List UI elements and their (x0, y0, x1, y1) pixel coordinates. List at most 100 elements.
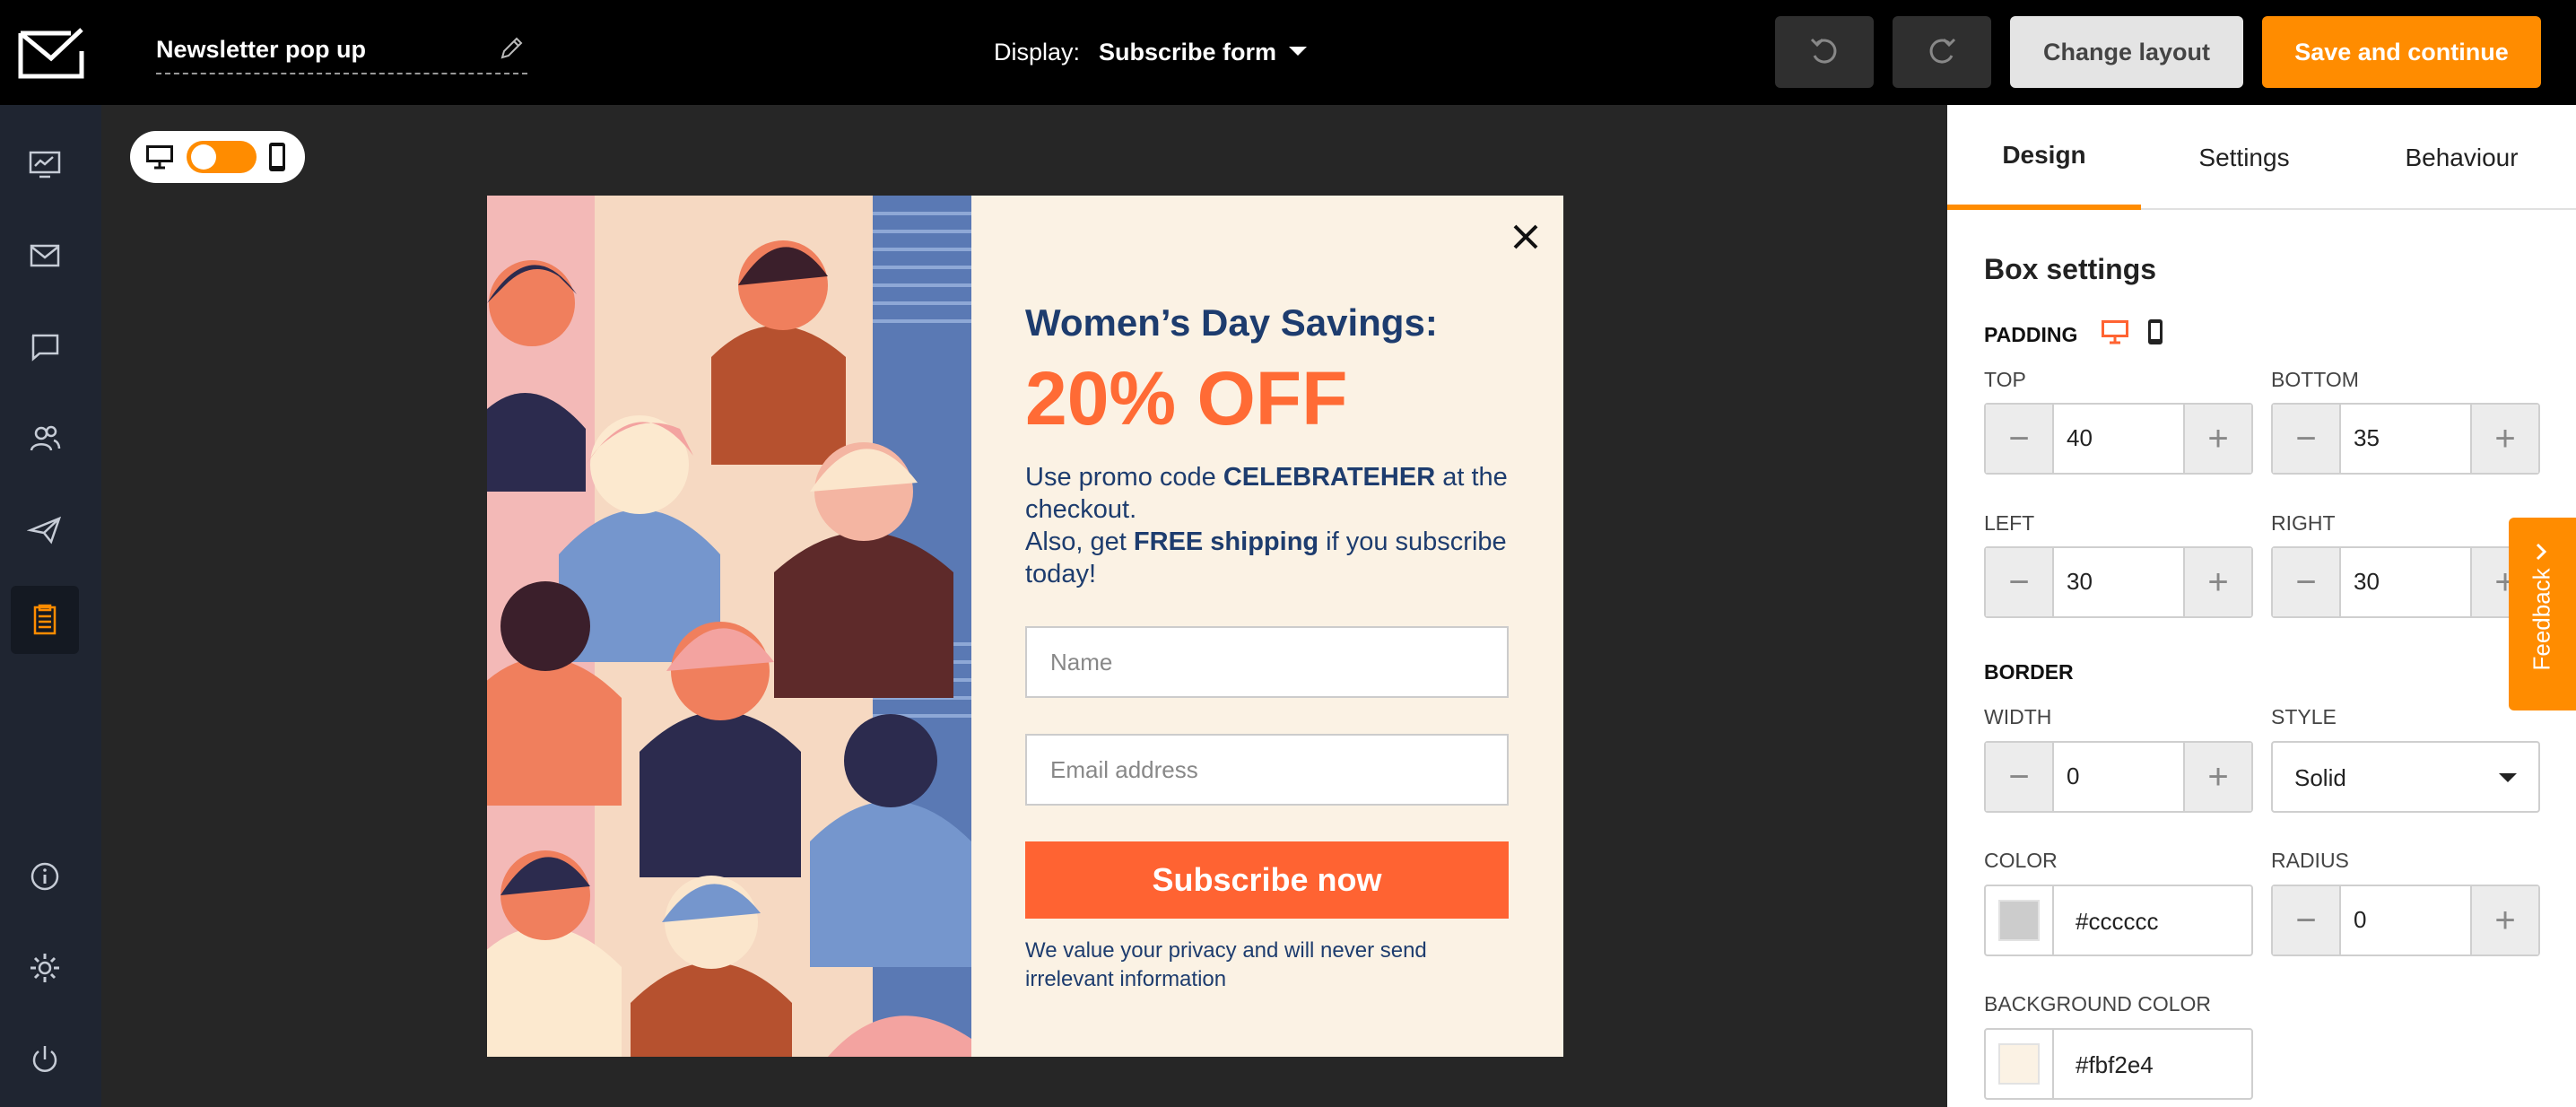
mobile-icon[interactable] (267, 142, 287, 172)
feedback-label: Feedback (2528, 568, 2555, 671)
title-underline (156, 73, 527, 74)
app-logo[interactable] (0, 0, 101, 105)
monitor-chart-icon (29, 151, 61, 179)
border-width-value[interactable]: 0 (2067, 763, 2079, 790)
device-view-toggle[interactable] (130, 131, 305, 183)
padding-top-stepper[interactable]: − 40 + (1984, 403, 2253, 475)
padding-right-label: RIGHT (2271, 511, 2336, 535)
color-swatch-button[interactable] (1986, 1030, 2054, 1098)
tab-design[interactable]: Design (1947, 105, 2141, 210)
popup-preview[interactable]: Women’s Day Savings: 20% OFF Use promo c… (487, 196, 1563, 1057)
minus-icon[interactable]: − (1986, 405, 2054, 473)
tab-settings[interactable]: Settings (2141, 105, 2347, 210)
redo-icon (1929, 38, 1956, 64)
popup-body-text: Use promo code CELEBRATEHER at the check… (1025, 463, 1508, 588)
border-radius-stepper[interactable]: − 0 + (2271, 885, 2540, 956)
color-swatch-button[interactable] (1986, 886, 2054, 954)
chevron-down-icon[interactable] (1289, 47, 1307, 56)
box-settings-heading: Box settings (1984, 253, 2157, 285)
desktop-icon[interactable] (144, 144, 175, 170)
sidebar-item-sms[interactable] (11, 313, 79, 381)
border-radius-label: RADIUS (2271, 849, 2349, 872)
display-label: Display: (994, 39, 1081, 65)
color-swatch (1998, 900, 2040, 941)
background-color-label: BACKGROUND COLOR (1984, 992, 2212, 1015)
gear-icon (30, 954, 59, 982)
envelope-check-logo-icon (18, 27, 83, 78)
womens-day-illustration (487, 196, 971, 1057)
plus-icon[interactable]: + (2470, 886, 2538, 954)
border-radius-value[interactable]: 0 (2354, 906, 2366, 934)
sidebar-item-contacts[interactable] (11, 405, 79, 473)
padding-right-value[interactable]: 30 (2354, 568, 2380, 596)
feedback-tab[interactable]: Feedback (2509, 518, 2576, 710)
undo-button[interactable] (1775, 16, 1874, 88)
padding-left-label: LEFT (1984, 511, 2035, 535)
sidebar-item-info[interactable] (11, 842, 79, 911)
plus-icon[interactable]: + (2183, 405, 2251, 473)
change-layout-button[interactable]: Change layout (2010, 16, 2243, 88)
settings-panel: Design Settings Behaviour Box settings P… (1947, 105, 2576, 1107)
border-style-label: STYLE (2271, 705, 2337, 728)
privacy-note: We value your privacy and will never sen… (1025, 938, 1427, 991)
padding-bottom-value[interactable]: 35 (2354, 424, 2380, 452)
border-style-value: Solid (2294, 764, 2346, 791)
tab-behaviour[interactable]: Behaviour (2347, 105, 2576, 210)
popup-offer: 20% OFF (1025, 356, 1348, 440)
border-color-picker[interactable]: #cccccc (1984, 885, 2253, 956)
background-color-value[interactable]: #fbf2e4 (2076, 1051, 2154, 1079)
border-color-value[interactable]: #cccccc (2076, 908, 2158, 936)
display-select[interactable]: Subscribe form (1099, 39, 1276, 66)
minus-icon[interactable]: − (1986, 743, 2054, 811)
minus-icon[interactable]: − (2273, 886, 2341, 954)
popup-headline: Women’s Day Savings: (1025, 301, 1438, 344)
padding-top-value[interactable]: 40 (2067, 424, 2093, 452)
sidebar-item-campaigns[interactable] (11, 496, 79, 564)
minus-icon[interactable]: − (2273, 548, 2341, 616)
chat-bubble-icon (31, 334, 59, 362)
border-width-stepper[interactable]: − 0 + (1984, 741, 2253, 813)
sidebar-item-forms[interactable] (11, 586, 79, 654)
info-icon (30, 862, 59, 891)
view-toggle-switch[interactable] (187, 141, 257, 173)
border-color-label: COLOR (1984, 849, 2058, 872)
minus-icon[interactable]: − (1986, 548, 2054, 616)
redo-button[interactable] (1893, 16, 1991, 88)
desktop-icon[interactable] (2100, 318, 2130, 345)
forms-icon (33, 604, 57, 635)
minus-icon[interactable]: − (2273, 405, 2341, 473)
plus-icon[interactable]: + (2183, 743, 2251, 811)
chevron-right-icon (2536, 543, 2547, 561)
padding-label: PADDING (1984, 323, 2078, 346)
panel-tabs: Design Settings Behaviour (1947, 105, 2576, 210)
padding-left-value[interactable]: 30 (2067, 568, 2093, 596)
save-and-continue-button[interactable]: Save and continue (2262, 16, 2541, 88)
color-swatch (1998, 1043, 2040, 1085)
padding-bottom-stepper[interactable]: − 35 + (2271, 403, 2540, 475)
power-icon (32, 1046, 57, 1072)
sidebar-item-email[interactable] (11, 222, 79, 290)
contacts-icon (30, 425, 61, 451)
plus-icon[interactable]: + (2183, 548, 2251, 616)
padding-right-stepper[interactable]: − 30 + (2271, 546, 2540, 618)
top-bar: Newsletter pop up Display: Subscribe for… (0, 0, 2576, 105)
border-style-select[interactable]: Solid (2271, 741, 2540, 813)
background-color-picker[interactable]: #fbf2e4 (1984, 1028, 2253, 1100)
pencil-icon[interactable] (495, 32, 527, 65)
close-icon[interactable] (1508, 219, 1544, 255)
toggle-knob (191, 144, 216, 170)
plus-icon[interactable]: + (2470, 405, 2538, 473)
sidebar-item-dashboard[interactable] (11, 130, 79, 198)
border-label: BORDER (1984, 660, 2074, 684)
border-width-label: WIDTH (1984, 705, 2052, 728)
name-field[interactable]: Name (1025, 626, 1509, 698)
email-field[interactable]: Email address (1025, 734, 1509, 806)
form-title[interactable]: Newsletter pop up (156, 36, 366, 64)
subscribe-button[interactable]: Subscribe now (1025, 841, 1509, 919)
mobile-icon[interactable] (2146, 318, 2164, 345)
sidebar-item-settings[interactable] (11, 934, 79, 1002)
envelope-icon (30, 244, 60, 267)
padding-bottom-label: BOTTOM (2271, 368, 2359, 391)
sidebar-item-logout[interactable] (11, 1025, 79, 1094)
padding-left-stepper[interactable]: − 30 + (1984, 546, 2253, 618)
